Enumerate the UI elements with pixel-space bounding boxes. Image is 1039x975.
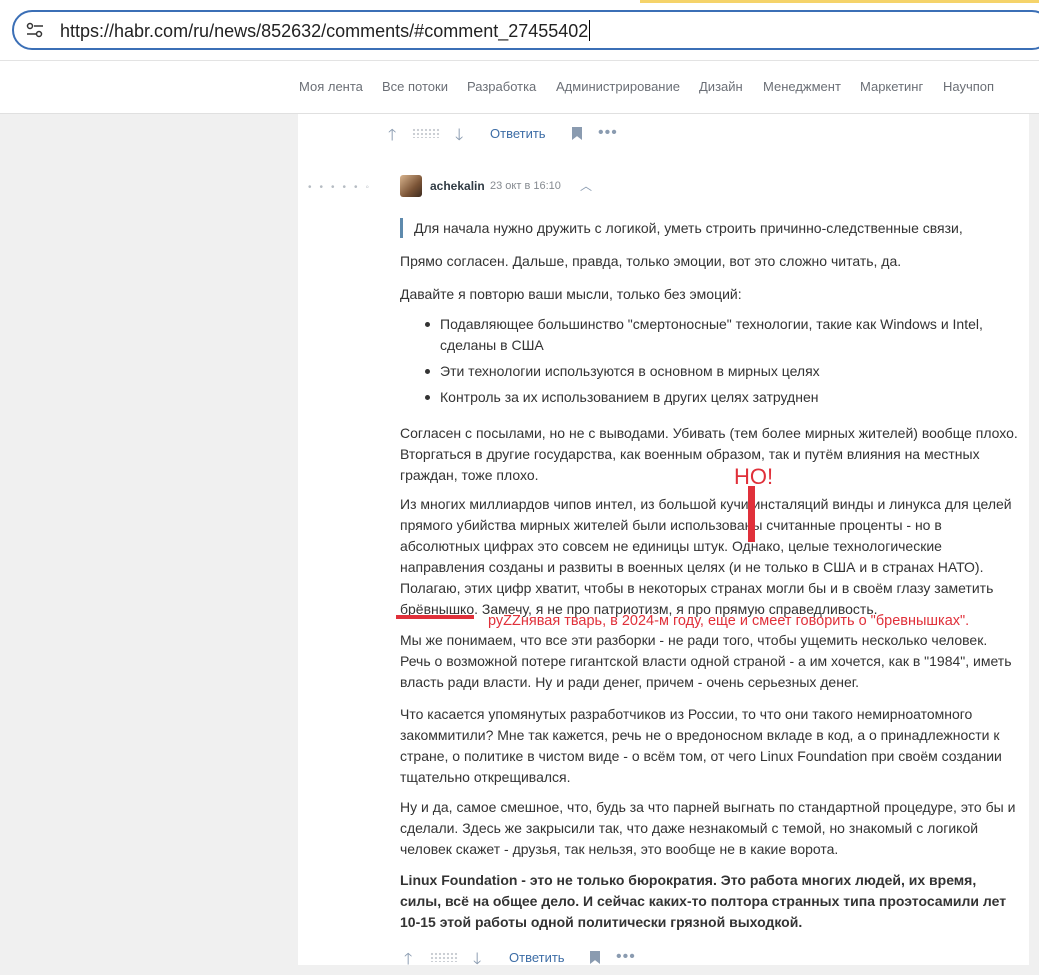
nav-design[interactable]: Дизайн <box>699 79 743 94</box>
more-icon[interactable]: ••• <box>598 124 618 142</box>
upvote-icon[interactable]: 🡑 <box>388 124 396 151</box>
paragraph: Давайте я повторю ваши мысли, только без… <box>400 286 742 302</box>
nav-all-streams[interactable]: Все потоки <box>382 79 448 94</box>
annotation-arrow <box>748 486 755 542</box>
annotation-comment: руZZнявая тварь, в 2024-м году, еще и см… <box>488 613 970 629</box>
downvote-icon[interactable]: 🡓 <box>473 948 481 975</box>
site-settings-icon[interactable] <box>26 22 44 38</box>
nav-management[interactable]: Менеджмент <box>763 79 841 94</box>
vote-score-hidden <box>412 128 440 138</box>
url-text[interactable]: https://habr.com/ru/news/852632/comments… <box>60 20 591 42</box>
paragraph: Мы же понимаем, что все эти разборки - н… <box>400 632 1012 690</box>
paragraph: Что касается упомянутых разработчиков из… <box>400 706 1002 785</box>
paragraph: Согласен с посылами, но не с выводами. У… <box>400 425 1018 483</box>
paragraph: Ну и да, самое смешное, что, будь за что… <box>400 799 1016 857</box>
vote-score-hidden <box>430 952 458 962</box>
nav-administration[interactable]: Администрирование <box>556 79 680 94</box>
paragraph: Из многих миллиардов чипов интел, из бол… <box>400 496 1012 617</box>
chevron-up-icon[interactable]: ︿ <box>580 177 592 194</box>
list-item: Контроль за их использованием в других ц… <box>420 387 1010 408</box>
nav-marketing[interactable]: Маркетинг <box>860 79 923 94</box>
list-item: Подавляющее большинство "смертоносные" т… <box>420 314 1010 356</box>
upvote-icon[interactable]: 🡑 <box>404 948 412 975</box>
reply-button[interactable]: Ответить <box>490 126 546 141</box>
nav-development[interactable]: Разработка <box>467 79 536 94</box>
annotation-underline <box>396 615 474 619</box>
browser-toolbar: https://habr.com/ru/news/852632/comments… <box>0 0 1039 61</box>
paragraph-bold: Linux Foundation - это не только бюрокра… <box>400 872 1007 930</box>
tab-accent <box>640 0 1039 3</box>
avatar[interactable] <box>400 175 422 197</box>
thread-depth-dots: •••••◦ <box>308 182 378 193</box>
more-icon[interactable]: ••• <box>616 948 636 966</box>
nav-my-feed[interactable]: Моя лента <box>299 79 363 94</box>
list-item: Эти технологии используются в основном в… <box>420 361 1010 382</box>
reply-button[interactable]: Ответить <box>509 950 565 965</box>
nav-popsci[interactable]: Научпоп <box>943 79 994 94</box>
text-caret <box>589 20 591 41</box>
quote: Для начала нужно дружить с логикой, умет… <box>400 218 1014 238</box>
paragraph: Прямо согласен. Дальше, правда, только э… <box>400 253 902 269</box>
address-bar[interactable]: https://habr.com/ru/news/852632/comments… <box>12 10 1039 50</box>
bullet-list: Подавляющее большинство "смертоносные" т… <box>420 314 1010 413</box>
downvote-icon[interactable]: 🡓 <box>455 124 463 151</box>
comment-time[interactable]: 23 окт в 16:10 <box>490 180 561 192</box>
habr-nav: Моя лента Все потоки Разработка Админист… <box>0 61 1039 114</box>
comment-author[interactable]: achekalin <box>430 179 485 193</box>
